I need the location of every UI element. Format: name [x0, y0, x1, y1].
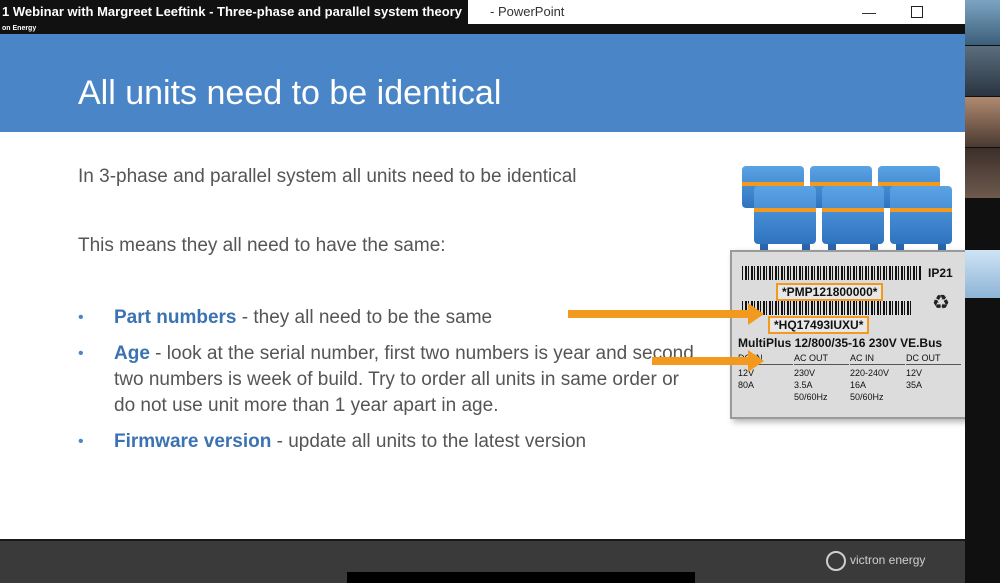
bullet-key: Age — [114, 343, 150, 364]
product-label: IP21 *PMP121800000* ♻ *HQ17493IUXU* Mult… — [730, 250, 970, 419]
participant-video[interactable] — [965, 0, 1000, 45]
maximize-icon[interactable] — [906, 2, 928, 22]
means-text: This means they all need to have the sam… — [78, 235, 446, 256]
part-number: *PMP121800000* — [776, 283, 884, 301]
slide-banner: All units need to be identical — [0, 34, 965, 132]
participant-video[interactable] — [965, 148, 1000, 198]
participant-video[interactable] — [965, 46, 1000, 96]
unit-front — [822, 186, 884, 252]
serial-number: *HQ17493IUXU* — [768, 316, 870, 334]
victron-logo-icon — [826, 551, 846, 571]
weee-icon: ♻ — [932, 292, 950, 314]
window-titlebar: 1 Webinar with Margreet Leeftink - Three… — [0, 0, 965, 24]
brand-strip: on Energy — [0, 24, 967, 34]
bullet-text: - they all need to be the same — [236, 307, 493, 328]
slide-title: All units need to be identical — [78, 74, 502, 112]
app-name: - PowerPoint — [490, 4, 565, 19]
minimize-icon[interactable]: — — [858, 2, 880, 22]
barcode-serial — [742, 301, 912, 315]
bullet-text: - look at the serial number, first two n… — [114, 343, 694, 416]
intro-text: In 3-phase and parallel system all units… — [78, 166, 577, 187]
arrow-to-serial-number — [652, 350, 764, 372]
model-name: MultiPlus 12/800/35-16 230V VE.Bus — [738, 336, 943, 350]
bullet-key: Part numbers — [114, 307, 237, 328]
bullet-key: Firmware version — [114, 431, 272, 452]
ip-rating: IP21 — [928, 266, 953, 280]
spec-column-ac-in: AC IN 220-240V 16A 50/60Hz — [850, 352, 905, 403]
spec-column-ac-out: AC OUT 230V 3.5A 50/60Hz — [794, 352, 849, 403]
participant-video-strip — [965, 0, 1000, 583]
bullet-icon: • — [78, 309, 84, 326]
bullet-text: - update all units to the latest version — [271, 431, 587, 452]
logo-text: victron energy — [850, 553, 926, 568]
participant-video[interactable] — [965, 250, 1000, 298]
bullet-icon: • — [78, 433, 84, 450]
unit-front — [890, 186, 952, 252]
window-title: 1 Webinar with Margreet Leeftink - Three… — [0, 0, 468, 24]
bullet-icon: • — [78, 345, 84, 362]
participant-video[interactable] — [965, 97, 1000, 147]
unit-front — [754, 186, 816, 252]
victron-logo: victron energy — [826, 551, 925, 571]
barcode-part-number — [742, 266, 922, 280]
spec-column-dc-out: DC OUT 12V 35A — [906, 352, 961, 391]
bottom-bar — [347, 572, 695, 583]
arrow-to-part-number — [568, 303, 764, 325]
